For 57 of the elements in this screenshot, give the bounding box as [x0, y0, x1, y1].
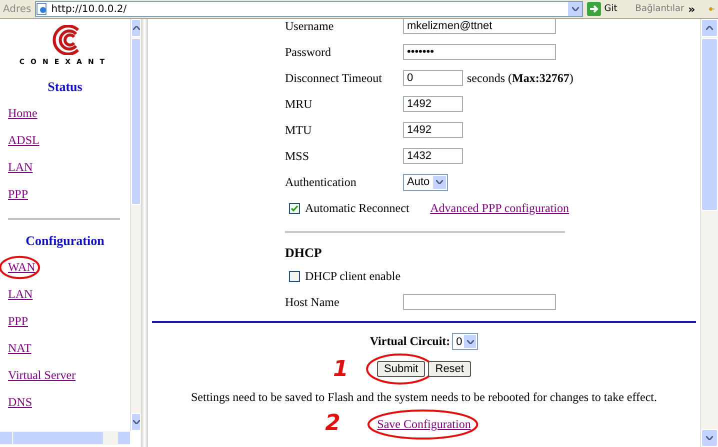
nav-link[interactable]: Home: [8, 106, 38, 121]
section-heading: Status: [46, 79, 84, 96]
field-hint: seconds (Max:32767): [467, 70, 574, 86]
scrollbar-thumb[interactable]: [701, 38, 718, 212]
advanced-link[interactable]: Advanced PPP configuration: [430, 200, 569, 216]
checkbox-label: DHCP client enable: [305, 268, 401, 284]
field-label: Authentication: [285, 174, 358, 190]
nav-link[interactable]: ADSL: [8, 133, 40, 148]
form-button[interactable]: Submit: [377, 361, 426, 377]
field-label: Virtual Circuit:: [370, 334, 450, 349]
checkbox[interactable]: [289, 270, 300, 282]
address-label: Adres: [3, 4, 32, 14]
nav-link[interactable]: PPP: [8, 187, 28, 202]
annotation-number: 1: [333, 357, 348, 382]
more-button[interactable]: »: [688, 2, 696, 16]
caret-icon: [572, 7, 579, 11]
input-field[interactable]: •••••••: [403, 44, 556, 60]
field-label: MSS: [285, 148, 310, 164]
input-field[interactable]: 1432: [403, 148, 463, 164]
nav-link[interactable]: Virtual Server: [8, 368, 76, 383]
page-icon: [36, 3, 48, 15]
vertical-scrollbar[interactable]: [130, 19, 141, 431]
nav-link[interactable]: PPP: [8, 314, 28, 329]
field-label: Username: [285, 19, 335, 34]
checkbox[interactable]: [289, 202, 300, 214]
select-dropdown[interactable]: Auto: [403, 174, 448, 190]
nav-link[interactable]: DNS: [8, 395, 32, 410]
links-label[interactable]: Bağlantılar: [635, 4, 684, 14]
dropdown-button[interactable]: [568, 2, 582, 16]
annotation-number: 2: [325, 411, 340, 436]
arrow-icon: [587, 2, 602, 16]
nav-link[interactable]: NAT: [8, 341, 32, 356]
input-field[interactable]: mkelizmen@ttnet: [403, 19, 556, 34]
field-label: Password: [285, 44, 332, 60]
scrollbar-thumb[interactable]: [131, 38, 141, 205]
field-label: Disconnect Timeout: [285, 70, 384, 86]
input-field[interactable]: [403, 294, 556, 310]
section-heading: Configuration: [24, 233, 106, 250]
caret-icon: [436, 180, 443, 184]
form-button[interactable]: Reset: [428, 361, 471, 377]
horizontal-scrollbar[interactable]: [0, 431, 130, 445]
input-field[interactable]: 1492: [403, 96, 463, 112]
section-heading: DHCP: [285, 244, 323, 262]
info-text: Settings need to be saved to Flash and the system needs to be rebooted for changes to take effect.: [191, 390, 657, 405]
input-field[interactable]: 1492: [403, 122, 463, 138]
vertical-scrollbar[interactable]: [700, 19, 718, 447]
field-label: Host Name: [285, 294, 340, 310]
caret-icon: [466, 340, 474, 344]
nav-link[interactable]: LAN: [8, 160, 33, 175]
go-button[interactable]: Git: [587, 2, 618, 16]
address-field[interactable]: http://10.0.0.2/: [35, 1, 584, 17]
checkbox-label: Automatic Reconnect: [305, 200, 410, 216]
field-label: MTU: [285, 122, 313, 138]
input-field[interactable]: 0: [403, 70, 463, 86]
field-label: MRU: [285, 96, 314, 112]
nav-link[interactable]: LAN: [8, 287, 33, 302]
select-dropdown[interactable]: 0: [452, 333, 478, 350]
